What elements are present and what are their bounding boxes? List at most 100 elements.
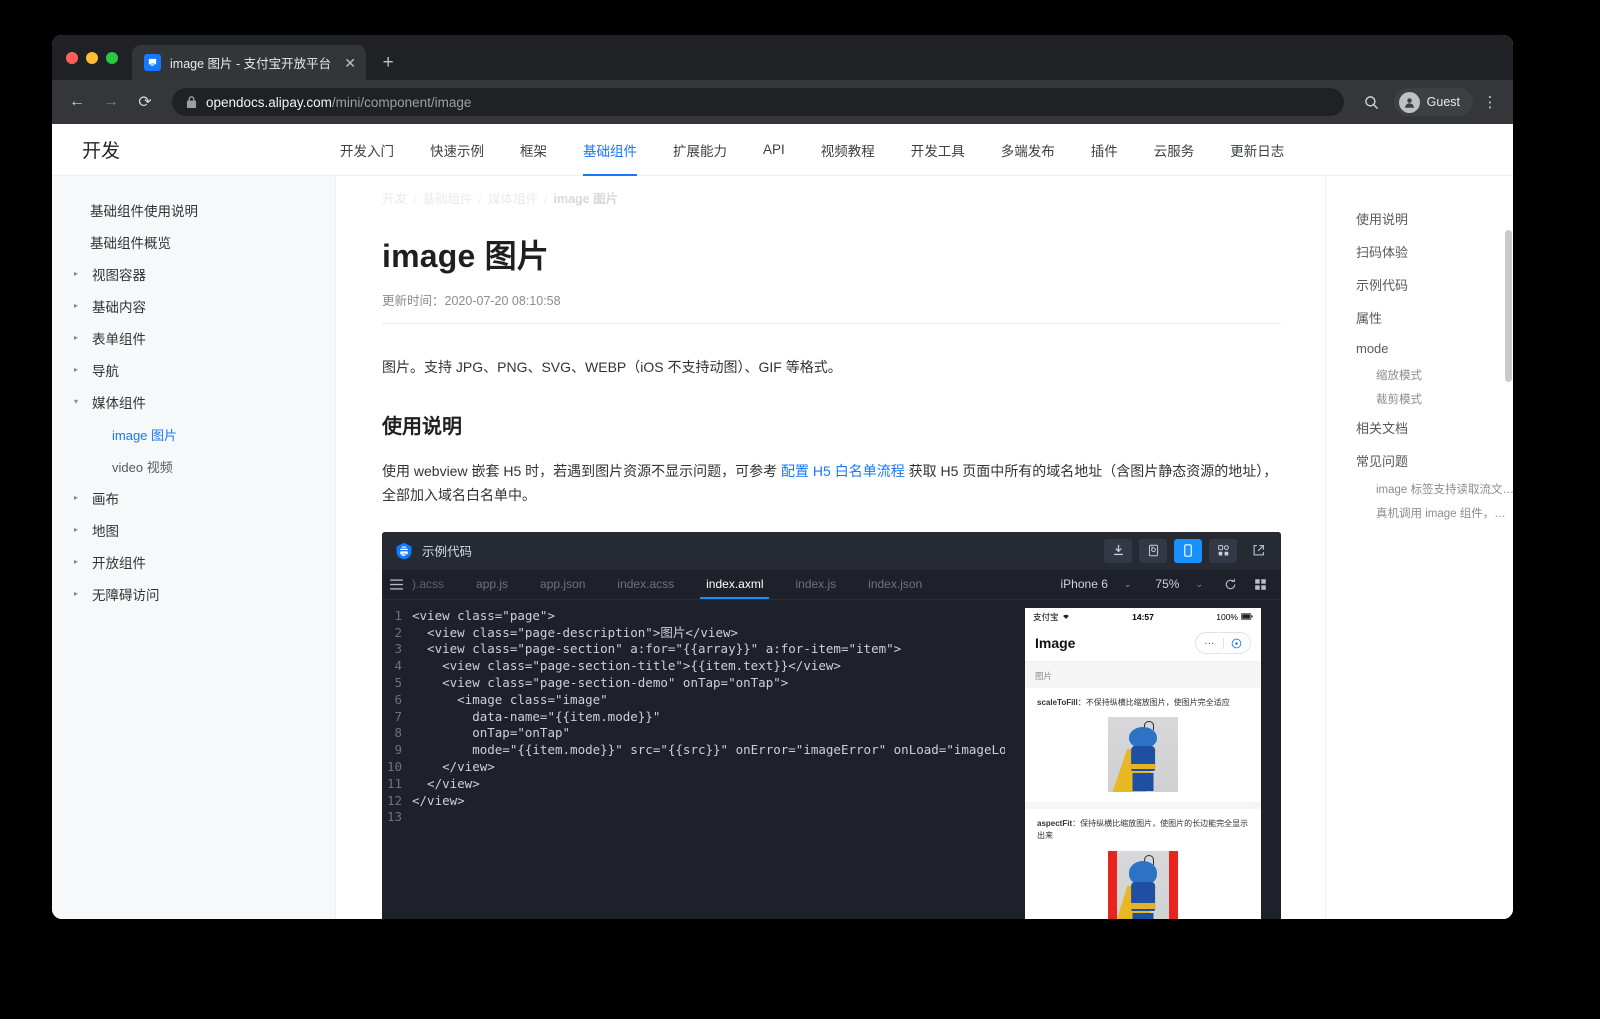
sidebar-item-6[interactable]: ▾媒体组件 — [52, 386, 335, 418]
zoom-selector[interactable]: 75% ⌄ — [1143, 577, 1215, 591]
close-window-button[interactable] — [66, 52, 78, 64]
battery-percent: 100% — [1216, 612, 1238, 622]
sidebar-item-11[interactable]: ▸开放组件 — [52, 546, 335, 578]
nav-item-3[interactable]: 基础组件 — [565, 124, 655, 176]
profile-chip[interactable]: Guest — [1394, 88, 1473, 116]
zoom-selector-value: 75% — [1155, 577, 1179, 591]
grid-apps-icon[interactable] — [1209, 539, 1237, 563]
page-scrollbar-thumb[interactable] — [1505, 230, 1512, 382]
device-selector[interactable]: iPhone 6 ⌄ — [1049, 577, 1144, 591]
sidebar-item-0[interactable]: 基础组件使用说明 — [52, 194, 335, 226]
close-tab-button[interactable]: ✕ — [340, 53, 360, 73]
phone-section-label: 图片 — [1025, 662, 1261, 688]
sidebar-item-9[interactable]: ▸画布 — [52, 482, 335, 514]
sidebar-item-1[interactable]: 基础组件概览 — [52, 226, 335, 258]
toc-item-7[interactable]: 相关文档 — [1344, 411, 1513, 444]
breadcrumb-item-2[interactable]: 媒体组件 — [488, 192, 538, 206]
file-tab-index-axml[interactable]: index.axml — [690, 570, 779, 599]
phone-time: 14:57 — [1132, 612, 1154, 622]
forward-button[interactable]: → — [96, 87, 126, 117]
refresh-icon[interactable] — [1215, 578, 1245, 591]
nav-item-11[interactable]: 更新日志 — [1212, 124, 1302, 176]
page-body: 基础组件使用说明 基础组件概览 ▸视图容器 ▸基础内容 ▸表单组件 ▸导航 ▾媒… — [52, 176, 1513, 919]
browser-menu-button[interactable]: ⋮ — [1477, 93, 1503, 111]
nav-item-4[interactable]: 扩展能力 — [655, 124, 745, 176]
chevron-right-icon: ▸ — [74, 302, 84, 310]
back-button[interactable]: ← — [62, 87, 92, 117]
toc-item-4[interactable]: mode — [1344, 334, 1513, 363]
sidebar-item-2[interactable]: ▸视图容器 — [52, 258, 335, 290]
whitelist-config-link[interactable]: 配置 H5 白名单流程 — [781, 463, 905, 479]
file-tab-index-js[interactable]: index.js — [779, 570, 852, 599]
toc-item-0[interactable]: 使用说明 — [1344, 202, 1513, 235]
line-number: 12 — [382, 793, 412, 810]
sidebar-item-5[interactable]: ▸导航 — [52, 354, 335, 386]
new-tab-button[interactable]: + — [374, 48, 402, 76]
sidebar-item-3[interactable]: ▸基础内容 — [52, 290, 335, 322]
nav-item-5[interactable]: API — [745, 124, 803, 176]
demo-mode-name: aspectFit — [1037, 819, 1072, 828]
breadcrumb: 开发/基础组件/媒体组件/image 图片 — [382, 176, 1281, 207]
maximize-window-button[interactable] — [106, 52, 118, 64]
phone-demo-card[interactable]: aspectFit：保持纵横比缩放图片，使图片的长边能完全显示出来 — [1025, 809, 1261, 919]
alipay-favicon-icon — [144, 54, 161, 71]
sidebar-item-image[interactable]: image 图片 — [52, 418, 335, 450]
nav-item-0[interactable]: 开发入门 — [322, 124, 412, 176]
more-options-icon[interactable]: ··· — [1196, 638, 1223, 649]
file-tab-app-json[interactable]: app.json — [524, 570, 601, 599]
file-tab-app-js[interactable]: app.js — [460, 570, 524, 599]
sidebar-item-4[interactable]: ▸表单组件 — [52, 322, 335, 354]
site-logo[interactable]: 开发 — [52, 136, 284, 163]
toc-item-1[interactable]: 扫码体验 — [1344, 235, 1513, 268]
page-scrollbar[interactable] — [1505, 230, 1512, 917]
line-number: 8 — [382, 725, 412, 742]
demo-sep: ： — [1072, 819, 1080, 828]
address-bar-url: opendocs.alipay.com/mini/component/image — [206, 95, 471, 110]
breadcrumb-item-1[interactable]: 基础组件 — [423, 192, 473, 206]
phone-simulator[interactable]: 支付宝 14:57 100% Image ··· — [1025, 608, 1261, 919]
line-content: <view class="page-section-title">{{item.… — [412, 658, 841, 675]
search-icon[interactable] — [1356, 88, 1388, 116]
minimize-window-button[interactable] — [86, 52, 98, 64]
nav-item-6[interactable]: 视频教程 — [803, 124, 893, 176]
share-external-icon[interactable] — [1244, 539, 1272, 563]
nav-item-2[interactable]: 框架 — [502, 124, 565, 176]
file-tab-0[interactable]: ).acss — [410, 570, 460, 599]
toc-item-9[interactable]: image 标签支持读取流文… — [1344, 477, 1513, 501]
nav-item-8[interactable]: 多端发布 — [983, 124, 1073, 176]
toc-item-6[interactable]: 裁剪模式 — [1344, 387, 1513, 411]
toc-item-10[interactable]: 真机调用 image 组件，… — [1344, 501, 1513, 525]
reload-button[interactable]: ⟳ — [130, 87, 160, 117]
code-editor[interactable]: 1<view class="page"> 2 <view class="page… — [382, 600, 1005, 919]
toc-item-8[interactable]: 常见问题 — [1344, 444, 1513, 477]
nav-item-10[interactable]: 云服务 — [1136, 124, 1213, 176]
sidebar-item-label: 导航 — [92, 360, 119, 380]
toc-item-3[interactable]: 属性 — [1344, 301, 1513, 334]
paragraph-text-before: 使用 webview 嵌套 H5 时，若遇到图片资源不显示问题，可参考 — [382, 463, 781, 479]
nav-item-9[interactable]: 插件 — [1073, 124, 1136, 176]
sidebar-item-video[interactable]: video 视频 — [52, 450, 335, 482]
desktop-background: image 图片 - 支付宝开放平台 ✕ + ← → ⟳ opendocs.al… — [0, 0, 1600, 1019]
qrcode-scan-icon[interactable] — [1139, 539, 1167, 563]
address-bar[interactable]: opendocs.alipay.com/mini/component/image — [172, 88, 1344, 116]
toc-item-5[interactable]: 缩放模式 — [1344, 363, 1513, 387]
nav-item-7[interactable]: 开发工具 — [893, 124, 983, 176]
file-tab-index-acss[interactable]: index.acss — [601, 570, 690, 599]
browser-tab-strip: image 图片 - 支付宝开放平台 ✕ + — [52, 35, 1513, 80]
toc-item-2[interactable]: 示例代码 — [1344, 268, 1513, 301]
sidebar-item-12[interactable]: ▸无障碍访问 — [52, 578, 335, 610]
nav-item-1[interactable]: 快速示例 — [412, 124, 502, 176]
download-icon[interactable] — [1104, 539, 1132, 563]
layout-grid-icon[interactable] — [1245, 578, 1275, 591]
sidebar-item-label: video 视频 — [112, 457, 173, 476]
file-tab-index-json[interactable]: index.json — [852, 570, 938, 599]
menu-icon[interactable] — [382, 570, 410, 599]
line-content: </view> — [412, 759, 495, 776]
phone-demo-card[interactable]: scaleToFill：不保持纵横比缩放图片，使图片完全适应 — [1025, 688, 1261, 803]
sidebar-item-10[interactable]: ▸地图 — [52, 514, 335, 546]
breadcrumb-item-0[interactable]: 开发 — [382, 192, 407, 206]
browser-tab[interactable]: image 图片 - 支付宝开放平台 ✕ — [132, 45, 366, 80]
phone-preview-icon[interactable] — [1174, 539, 1202, 563]
line-content: <view class="page-description">图片</view> — [412, 625, 738, 642]
close-icon[interactable] — [1224, 638, 1251, 649]
